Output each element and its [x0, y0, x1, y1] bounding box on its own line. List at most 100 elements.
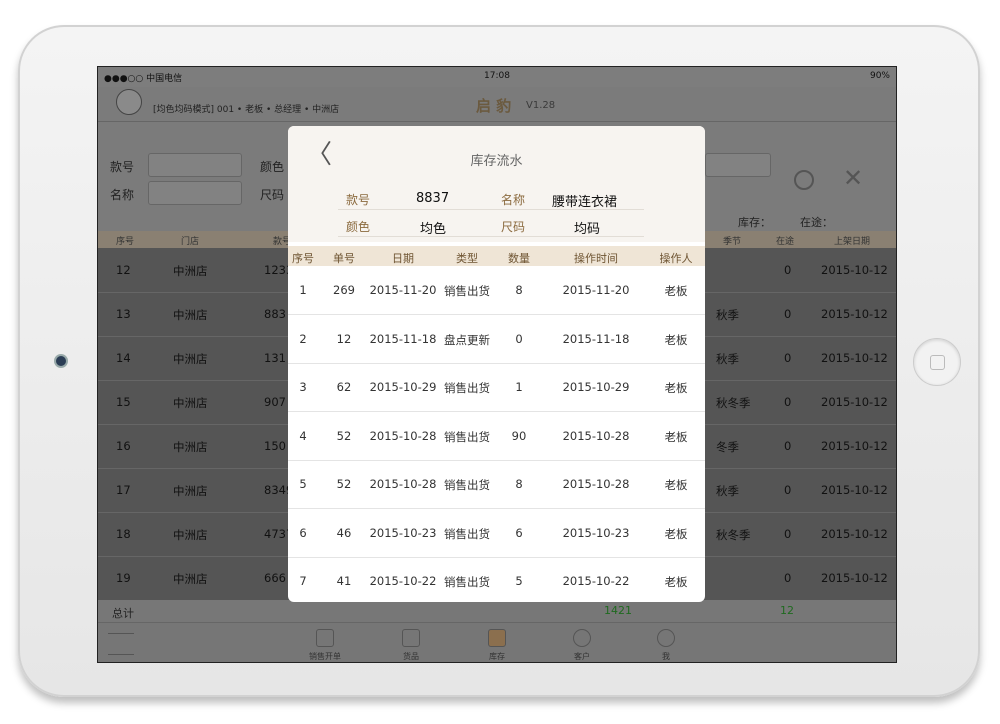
flow-cell-type: 盘点更新 [444, 332, 490, 347]
row-date: 2015-10-12 [821, 483, 888, 497]
clock: 17:08 [484, 71, 510, 81]
flow-cell-date: 2015-10-23 [369, 525, 437, 540]
row-store: 中洲店 [173, 572, 208, 586]
row-code: 131 [264, 351, 286, 365]
row-transit: 0 [784, 395, 792, 409]
flow-cell-date: 2015-10-28 [369, 428, 437, 443]
row-transit: 0 [784, 439, 792, 453]
flow-cell-idx: 5 [299, 477, 307, 491]
color-label: 颜色 [260, 160, 285, 174]
row-store: 中洲店 [173, 308, 208, 322]
app-title: 启 豹 [476, 97, 512, 115]
tab-goods[interactable]: 货品 [381, 627, 441, 662]
dialog-title: 库存流水 [470, 154, 523, 169]
flow-row[interactable]: 1 269 2015-11-20 销售出货 8 2015-11-20 老板 [288, 266, 705, 315]
row-season: 秋季 [716, 308, 739, 322]
mode-info: [均色均码模式] 001 • 老板 • 总经理 • 中洲店 [153, 105, 340, 115]
flow-cell-idx: 3 [299, 380, 307, 394]
stock-label: 库存： [738, 216, 771, 229]
total-stock: 1421 [604, 604, 632, 617]
flow-cell-qty: 5 [515, 574, 523, 588]
flow-cell-op: 老板 [664, 429, 688, 444]
flow-cell-no: 12 [336, 331, 352, 346]
col-transit: 在途 [776, 237, 795, 247]
tab-me[interactable]: 我 [636, 627, 696, 662]
row-season: 秋冬季 [716, 396, 751, 410]
avatar[interactable] [116, 89, 142, 115]
row-code: 907 [264, 395, 286, 409]
product-info: 款号 8837 名称 腰带连衣裙 颜色 均色 尺码 均码 [288, 186, 705, 242]
col-index: 序号 [292, 252, 314, 265]
tab-customer-label: 客户 [574, 652, 590, 661]
tab-bar: 销售开单 货品 库存 客户 我 [98, 622, 896, 662]
flow-row[interactable]: 6 46 2015-10-23 销售出货 6 2015-10-23 老板 [288, 509, 705, 558]
name-label: 名称 [501, 193, 526, 207]
camera [54, 354, 68, 368]
flow-cell-qty: 90 [511, 428, 527, 443]
customer-icon [573, 629, 591, 647]
app-version: V1.28 [526, 100, 556, 111]
flow-row[interactable]: 3 62 2015-10-29 销售出货 1 2015-10-29 老板 [288, 363, 705, 412]
flow-cell-qty: 8 [515, 283, 523, 297]
row-code: 883 [264, 307, 286, 321]
flow-row[interactable]: 4 52 2015-10-28 销售出货 90 2015-10-28 老板 [288, 412, 705, 461]
style-input[interactable] [148, 153, 242, 177]
dialog-header: 〈 库存流水 [288, 126, 705, 186]
flow-row[interactable]: 2 12 2015-11-18 盘点更新 0 2015-11-18 老板 [288, 315, 705, 364]
flow-cell-date: 2015-10-22 [369, 574, 437, 588]
code-label: 款号 [346, 193, 371, 207]
flow-cell-idx: 1 [299, 283, 307, 297]
tab-sales[interactable]: 销售开单 [295, 627, 355, 662]
row-index: 14 [116, 351, 131, 365]
menu-icon[interactable] [108, 633, 134, 655]
divider [338, 209, 644, 210]
home-button[interactable] [913, 338, 961, 386]
flow-cell-idx: 7 [299, 574, 307, 588]
flow-cell-op: 老板 [664, 478, 688, 492]
flow-cell-no: 52 [336, 428, 352, 443]
tab-customer[interactable]: 客户 [552, 627, 612, 662]
flow-cell-time: 2015-10-28 [562, 477, 630, 491]
filter-input[interactable] [705, 153, 771, 177]
transit-label: 在途： [800, 216, 833, 229]
flow-cell-time: 2015-11-18 [562, 331, 630, 346]
row-season: 秋季 [716, 352, 739, 366]
flow-row[interactable]: 7 41 2015-10-22 销售出货 5 2015-10-22 老板 [288, 557, 705, 602]
name-input[interactable] [148, 181, 242, 205]
stock-flow-dialog: 〈 库存流水 款号 8837 名称 腰带连衣裙 颜色 均色 尺码 均码 序号 单… [288, 126, 705, 602]
col-qty: 数量 [508, 252, 530, 265]
total-label: 总计 [112, 607, 134, 620]
col-index: 序号 [116, 237, 135, 247]
tab-sales-label: 销售开单 [309, 652, 341, 661]
flow-cell-time: 2015-10-22 [562, 574, 630, 588]
row-transit: 0 [784, 571, 792, 585]
flow-cell-date: 2015-10-29 [369, 380, 437, 394]
name-label: 名称 [110, 188, 135, 202]
col-store: 门店 [181, 237, 200, 247]
flow-cell-type: 销售出货 [444, 575, 490, 589]
row-season: 秋季 [716, 484, 739, 498]
search-icon[interactable] [794, 170, 814, 190]
flow-cell-time: 2015-11-20 [562, 283, 630, 297]
flow-cell-type: 销售出货 [444, 526, 490, 541]
flow-cell-no: 41 [336, 574, 352, 588]
col-type: 类型 [456, 252, 478, 265]
row-season: 秋冬季 [716, 528, 751, 542]
tab-stock[interactable]: 库存 [467, 627, 527, 662]
row-store: 中洲店 [173, 484, 208, 498]
close-icon[interactable]: ✕ [843, 164, 863, 192]
row-transit: 0 [784, 527, 792, 541]
flow-cell-type: 销售出货 [444, 429, 490, 444]
flow-row[interactable]: 5 52 2015-10-28 销售出货 8 2015-10-28 老板 [288, 460, 705, 509]
flow-cell-op: 老板 [664, 381, 688, 395]
flow-cell-no: 269 [333, 283, 355, 297]
row-date: 2015-10-12 [821, 351, 888, 365]
total-row: 总计 1421 12 [98, 600, 896, 622]
flow-cell-type: 销售出货 [444, 478, 490, 492]
flow-cell-type: 销售出货 [444, 381, 490, 395]
row-code: 666 [264, 571, 286, 585]
size-label: 尺码 [260, 188, 285, 202]
total-transit: 12 [780, 604, 794, 617]
col-season: 季节 [723, 237, 742, 247]
row-date: 2015-10-12 [821, 571, 888, 585]
